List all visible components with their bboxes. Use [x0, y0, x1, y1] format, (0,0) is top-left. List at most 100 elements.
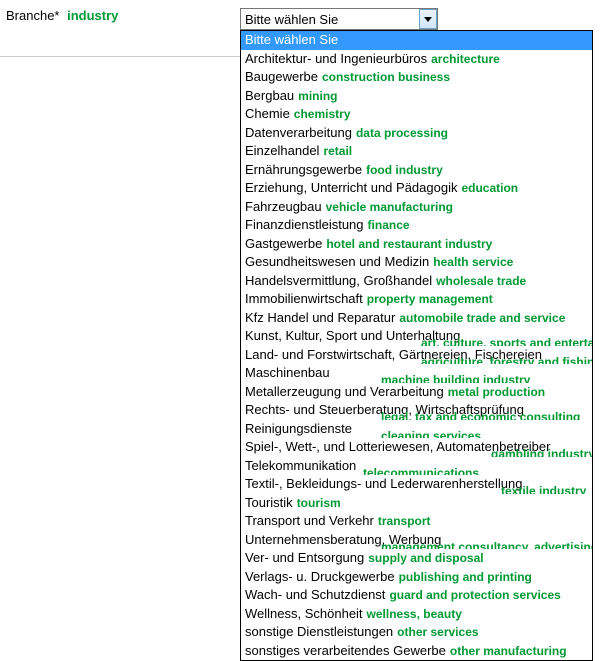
option-text: sonstige Dienstleistungen	[245, 624, 393, 639]
option-translation: food industry	[366, 163, 443, 177]
option-text: Ernährungsgewerbe	[245, 162, 362, 177]
dropdown-option[interactable]: Erziehung, Unterricht und Pädagogikeduca…	[241, 179, 592, 198]
option-text: Metallerzeugung und Verarbeitung	[245, 384, 444, 399]
dropdown-option[interactable]: Rechts- und Steuerberatung, Wirtschaftsp…	[241, 401, 592, 420]
option-translation: transport	[378, 514, 431, 528]
option-translation: education	[461, 181, 518, 195]
option-text: Chemie	[245, 106, 290, 121]
option-translation: textile industry	[501, 483, 586, 494]
option-translation: machine building industry	[381, 372, 530, 383]
dropdown-option[interactable]: Ernährungsgewerbe food industry	[241, 161, 592, 180]
dropdown-option[interactable]: Spiel-, Wett-, und Lotteriewesen, Automa…	[241, 438, 592, 457]
dropdown-option[interactable]: Baugewerbeconstruction business	[241, 68, 592, 87]
dropdown-option[interactable]: Land- und Forstwirtschaft, Gärtnereien, …	[241, 346, 592, 365]
option-translation: wholesale trade	[436, 274, 526, 288]
option-text: Bitte wählen Sie	[245, 32, 338, 47]
dropdown-option[interactable]: Chemie chemistry	[241, 105, 592, 124]
option-text: Wach- und Schutzdienst	[245, 587, 385, 602]
option-translation: legal, tax and economic consulting	[381, 409, 580, 420]
dropdown-option[interactable]: Kfz Handel und Reparatur automobile trade…	[241, 309, 592, 328]
option-translation: art, culture, sports and entertainment	[421, 335, 592, 346]
option-text: Kfz Handel und Reparatur	[245, 310, 395, 325]
option-translation: cleaning services	[381, 428, 481, 439]
dropdown-option[interactable]: sonstiges verarbeitendes Gewerbe other ma…	[241, 642, 592, 661]
option-text: Baugewerbe	[245, 69, 318, 84]
option-translation: property management	[367, 292, 493, 306]
option-text: Touristik	[245, 495, 293, 510]
option-text: Maschinenbau	[245, 365, 330, 380]
dropdown-option[interactable]: Maschinenbau machine building industry	[241, 364, 592, 383]
dropdown-option[interactable]: Immobilienwirtschaft property management	[241, 290, 592, 309]
industry-select[interactable]: Bitte wählen Sie	[240, 8, 438, 30]
option-text: Ver- und Entsorgung	[245, 550, 364, 565]
option-text: Gastgewerbe	[245, 236, 322, 251]
option-translation: management consultancy, advertising	[381, 539, 592, 550]
option-translation: automobile trade and service	[399, 311, 565, 325]
option-text: Fahrzeugbau	[245, 199, 322, 214]
option-translation: health service	[433, 255, 513, 269]
option-text: Handelsvermittlung, Großhandel	[245, 273, 432, 288]
industry-dropdown[interactable]: Bitte wählen Sie Architektur- und Ingenie…	[240, 30, 593, 661]
option-translation: retail	[323, 144, 352, 158]
option-translation: supply and disposal	[368, 551, 483, 565]
option-text: Bergbau	[245, 88, 294, 103]
option-translation: metal production	[448, 385, 545, 399]
dropdown-option[interactable]: Bergbaumining	[241, 87, 592, 106]
option-text: Transport und Verkehr	[245, 513, 374, 528]
dropdown-option[interactable]: Architektur- und Ingenieurbüros architect…	[241, 50, 592, 69]
option-translation: wellness, beauty	[367, 607, 462, 621]
option-translation: vehicle manufacturing	[326, 200, 453, 214]
option-translation: chemistry	[294, 107, 351, 121]
option-text: sonstiges verarbeitendes Gewerbe	[245, 643, 446, 658]
option-translation: finance	[368, 218, 410, 232]
dropdown-option[interactable]: Gesundheitswesen und Medizin health servi…	[241, 253, 592, 272]
option-text: Verlags- u. Druckgewerbe	[245, 569, 395, 584]
option-text: Gesundheitswesen und Medizin	[245, 254, 429, 269]
divider	[0, 56, 240, 57]
dropdown-option[interactable]: Telekommunikation telecommunications	[241, 457, 592, 476]
option-text: Einzelhandel	[245, 143, 319, 158]
dropdown-option[interactable]: Einzelhandel retail	[241, 142, 592, 161]
dropdown-option[interactable]: Bitte wählen Sie	[241, 31, 592, 50]
select-column: Bitte wählen Sie	[240, 8, 600, 30]
dropdown-option[interactable]: Ver- und Entsorgung supply and disposal	[241, 549, 592, 568]
dropdown-option[interactable]: Metallerzeugung und Verarbeitung metal pr…	[241, 383, 592, 402]
field-translation: industry	[67, 8, 118, 23]
dropdown-option[interactable]: Unternehmensberatung, Werbungmanagement …	[241, 531, 592, 550]
option-translation: telecommunications	[363, 465, 479, 476]
option-translation: data processing	[356, 126, 448, 140]
dropdown-option[interactable]: Verlags- u. Druckgewerbe publishing and p…	[241, 568, 592, 587]
dropdown-option[interactable]: Reinigungsdienste cleaning services	[241, 420, 592, 439]
dropdown-option[interactable]: Transport und Verkehr transport	[241, 512, 592, 531]
dropdown-option[interactable]: Kunst, Kultur, Sport und Unterhaltungart…	[241, 327, 592, 346]
dropdown-option[interactable]: Handelsvermittlung, Großhandel wholesale …	[241, 272, 592, 291]
dropdown-option[interactable]: Touristik tourism	[241, 494, 592, 513]
dropdown-option[interactable]: Fahrzeugbau vehicle manufacturing	[241, 198, 592, 217]
dropdown-option[interactable]: Textil-, Bekleidungs- und Lederwarenhers…	[241, 475, 592, 494]
option-translation: hotel and restaurant industry	[326, 237, 492, 251]
option-text: Wellness, Schönheit	[245, 606, 363, 621]
option-text: Textil-, Bekleidungs- und Lederwarenhers…	[245, 476, 523, 491]
dropdown-option[interactable]: Datenverarbeitung data processing	[241, 124, 592, 143]
option-text: Architektur- und Ingenieurbüros	[245, 51, 427, 66]
option-text: Reinigungsdienste	[245, 421, 352, 436]
dropdown-option[interactable]: sonstige Dienstleistungenother services	[241, 623, 592, 642]
option-text: Datenverarbeitung	[245, 125, 352, 140]
option-translation: tourism	[297, 496, 341, 510]
option-translation: publishing and printing	[399, 570, 532, 584]
option-translation: guard and protection services	[389, 588, 560, 602]
option-translation: other manufacturing	[450, 644, 567, 658]
option-text: Finanzdienstleistung	[245, 217, 364, 232]
dropdown-option[interactable]: Finanzdienstleistung finance	[241, 216, 592, 235]
chevron-down-icon[interactable]	[419, 9, 437, 29]
option-translation: architecture	[431, 52, 500, 66]
dropdown-option[interactable]: Wellness, Schönheit wellness, beauty	[241, 605, 592, 624]
form-row: Branche* industry Bitte wählen Sie	[0, 0, 600, 30]
option-text: Immobilienwirtschaft	[245, 291, 363, 306]
field-label: Branche*	[6, 8, 59, 23]
dropdown-option[interactable]: Wach- und Schutzdienst guard and protecti…	[241, 586, 592, 605]
select-value: Bitte wählen Sie	[245, 12, 338, 27]
option-translation: gambling industry	[491, 446, 592, 457]
dropdown-option[interactable]: Gastgewerbe hotel and restaurant industry	[241, 235, 592, 254]
option-text: Telekommunikation	[245, 458, 356, 473]
